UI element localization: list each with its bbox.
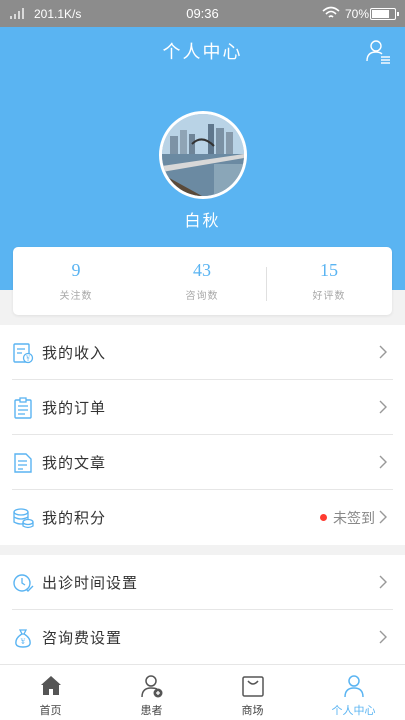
- stat-value: 15: [320, 260, 338, 280]
- menu-label: 我的积分: [42, 509, 107, 527]
- money-bag-icon: ¥: [15, 629, 31, 648]
- chevron-right-icon: [379, 575, 387, 589]
- stats-card: 9 关注数 43 咨询数 15 好评数: [13, 247, 392, 315]
- chevron-right-icon: [379, 345, 387, 359]
- chevron-right-icon: [379, 455, 387, 469]
- user-name: 白秋: [184, 211, 221, 230]
- home-icon: [41, 676, 61, 695]
- menu-label: 我的订单: [42, 399, 107, 417]
- clock-check-icon: [13, 574, 34, 592]
- menu-item-fee[interactable]: ¥ 咨询费设置: [0, 610, 405, 665]
- stat-reviews[interactable]: 15 好评数: [266, 247, 392, 315]
- menu-group-account: ¥ 我的收入 我的订单 我的文章 我的积分 未签到: [0, 325, 405, 545]
- menu-group-settings: 出诊时间设置 ¥ 咨询费设置: [0, 555, 405, 665]
- avatar[interactable]: [159, 111, 247, 199]
- menu-item-points[interactable]: 我的积分 未签到: [0, 490, 405, 545]
- chevron-right-icon: [379, 400, 387, 414]
- svg-text:¥: ¥: [25, 356, 30, 363]
- stat-follows[interactable]: 9 关注数: [13, 247, 139, 315]
- stat-label: 好评数: [312, 291, 346, 302]
- menu-item-income[interactable]: ¥ 我的收入: [0, 325, 405, 380]
- chevron-right-icon: [379, 630, 387, 644]
- stat-label: 关注数: [59, 291, 93, 302]
- svg-text:¥: ¥: [20, 638, 26, 646]
- stat-value: 9: [71, 260, 81, 280]
- stat-consultations[interactable]: 43 咨询数: [139, 247, 265, 315]
- menu-label: 出诊时间设置: [42, 574, 139, 592]
- order-clipboard-icon: [14, 397, 32, 419]
- tab-label: 首页: [39, 704, 62, 717]
- stat-label: 咨询数: [185, 291, 219, 302]
- bottom-tab-bar: 首页 患者 商场 个人中心: [0, 664, 405, 720]
- tab-patients[interactable]: 患者: [101, 665, 202, 720]
- page-title: 个人中心: [162, 42, 243, 63]
- tab-home[interactable]: 首页: [0, 665, 101, 720]
- menu-item-articles[interactable]: 我的文章: [0, 435, 405, 490]
- tab-label: 患者: [140, 704, 163, 717]
- shopping-bag-icon: [242, 676, 264, 697]
- person-icon: [344, 675, 364, 698]
- tab-label: 个人中心: [331, 704, 376, 717]
- status-bar: 201.1K/s 09:36 70%: [0, 0, 405, 27]
- tab-mall[interactable]: 商场: [202, 665, 303, 720]
- menu-label: 我的收入: [42, 344, 107, 362]
- points-coins-icon: [13, 508, 34, 529]
- chevron-right-icon: [379, 510, 387, 524]
- user-list-icon[interactable]: [364, 37, 392, 65]
- menu-item-orders[interactable]: 我的订单: [0, 380, 405, 435]
- battery-icon: [370, 8, 399, 20]
- patient-icon: [141, 675, 163, 698]
- tab-profile[interactable]: 个人中心: [303, 665, 404, 720]
- menu-label: 咨询费设置: [42, 629, 123, 647]
- unread-dot: [320, 514, 327, 521]
- city-bridge-photo: [162, 114, 244, 196]
- article-icon: [14, 453, 32, 473]
- menu-label: 我的文章: [42, 454, 107, 472]
- menu-item-schedule[interactable]: 出诊时间设置: [0, 555, 405, 610]
- income-document-icon: ¥: [13, 343, 34, 364]
- battery-percent: 70%: [345, 7, 370, 21]
- stat-value: 43: [193, 260, 211, 280]
- tab-label: 商场: [241, 704, 264, 717]
- checkin-status: 未签到: [333, 511, 375, 527]
- wifi-icon: [322, 6, 340, 18]
